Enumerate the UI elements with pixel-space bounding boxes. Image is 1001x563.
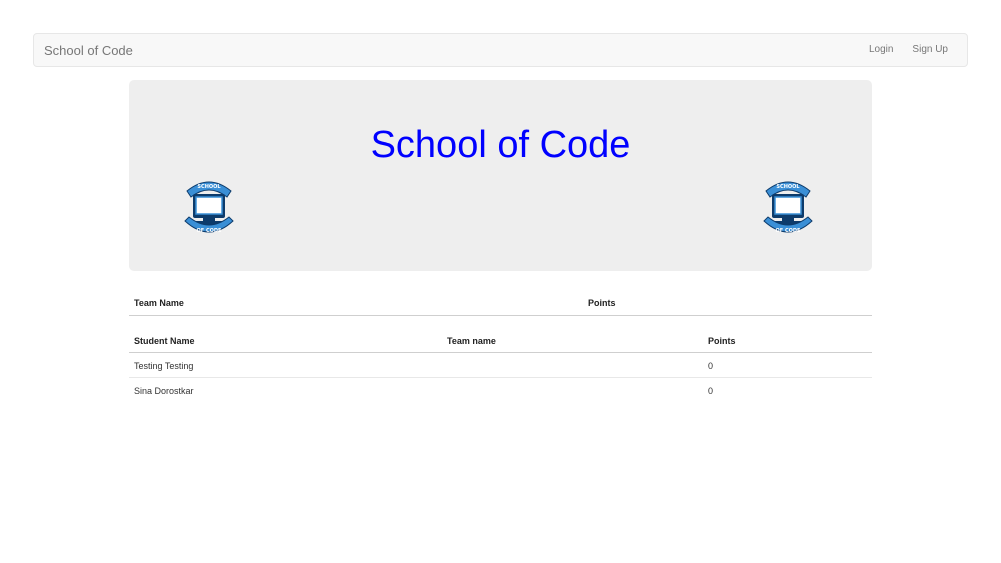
student-name-cell: Testing Testing — [134, 361, 194, 371]
students-table: Student Name Team name Points Testing Te… — [129, 328, 872, 403]
students-table-header: Student Name Team name Points — [129, 328, 872, 353]
student-points-cell: 0 — [708, 361, 714, 371]
teams-table-header: Team Name Points — [129, 290, 872, 316]
navbar-brand[interactable]: School of Code — [44, 43, 133, 58]
school-logo-right: SCHOOL OF CODE — [763, 181, 813, 234]
student-points-header: Points — [708, 336, 736, 346]
navbar: School of Code Login Sign Up — [33, 33, 968, 67]
navbar-links: Login Sign Up — [869, 44, 948, 55]
logo-top-text: SCHOOL — [776, 184, 800, 190]
signup-link[interactable]: Sign Up — [912, 44, 948, 55]
team-points-header: Points — [588, 298, 616, 308]
student-name-cell: Sina Dorostkar — [134, 386, 194, 396]
table-row: Testing Testing 0 — [129, 353, 872, 378]
table-row: Sina Dorostkar 0 — [129, 378, 872, 403]
logo-bottom-text: OF CODE — [197, 228, 222, 234]
jumbotron: School of Code SCHOOL OF CODE SCHOOL OF … — [129, 80, 872, 271]
teams-table: Team Name Points — [129, 290, 872, 316]
team-name-header: Team Name — [134, 298, 184, 308]
student-team-header: Team name — [447, 336, 496, 346]
login-link[interactable]: Login — [869, 44, 893, 55]
logo-top-text: SCHOOL — [197, 184, 221, 190]
school-logo-left: SCHOOL OF CODE — [184, 181, 234, 234]
student-name-header: Student Name — [134, 336, 195, 346]
page-title: School of Code — [370, 124, 631, 166]
student-points-cell: 0 — [708, 386, 714, 396]
logo-bottom-text: OF CODE — [776, 228, 801, 234]
